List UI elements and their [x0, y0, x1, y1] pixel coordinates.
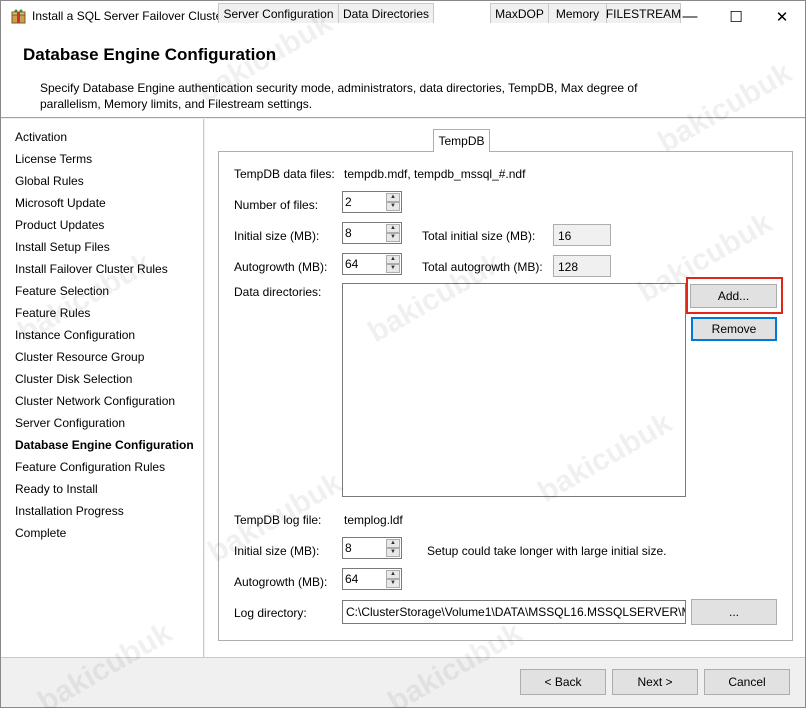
number-of-files-value: 2: [345, 195, 352, 209]
tab-maxdop[interactable]: MaxDOP: [490, 3, 549, 23]
sidebar-item-feature-selection[interactable]: Feature Selection: [15, 284, 109, 298]
page-description: Specify Database Engine authentication s…: [40, 81, 638, 111]
spin-down-icon[interactable]: ▼: [386, 264, 400, 273]
tab-server-configuration[interactable]: Server Configuration: [218, 3, 339, 23]
installer-window: Install a SQL Server Failover Cluster — …: [0, 0, 806, 708]
total-initial-size-label: Total initial size (MB):: [422, 229, 536, 243]
total-autogrowth-value: 128: [558, 260, 579, 274]
spin-up-icon[interactable]: ▲: [386, 570, 400, 579]
spin-up-icon[interactable]: ▲: [386, 255, 400, 264]
autogrowth-stepper[interactable]: 64 ▲ ▼: [342, 253, 402, 275]
tempdb-data-files-value: tempdb.mdf, tempdb_mssql_#.ndf: [344, 167, 526, 181]
spin-down-icon[interactable]: ▼: [386, 233, 400, 242]
tab-filestream[interactable]: FILESTREAM: [606, 3, 681, 23]
log-autogrowth-value: 64: [345, 572, 359, 586]
log-directory-input[interactable]: C:\ClusterStorage\Volume1\DATA\MSSQL16.M…: [342, 600, 686, 624]
sidebar-item-global-rules[interactable]: Global Rules: [15, 174, 84, 188]
data-directories-list[interactable]: [342, 283, 686, 497]
spin-up-icon[interactable]: ▲: [386, 539, 400, 548]
page-title: Database Engine Configuration: [23, 45, 277, 64]
spin-up-icon[interactable]: ▲: [386, 224, 400, 233]
initial-size-stepper[interactable]: 8 ▲ ▼: [342, 222, 402, 244]
total-initial-size-field: 16: [553, 224, 611, 246]
close-button[interactable]: ✕: [759, 1, 805, 32]
autogrowth-value: 64: [345, 257, 359, 271]
sidebar-item-cluster-disk-selection[interactable]: Cluster Disk Selection: [15, 372, 132, 386]
tab-tempdb[interactable]: TempDB: [433, 129, 490, 152]
spin-down-icon[interactable]: ▼: [386, 202, 400, 211]
log-initial-size-warning: Setup could take longer with large initi…: [427, 544, 667, 558]
next-button[interactable]: Next >: [612, 669, 698, 695]
sidebar-item-feature-configuration-rules[interactable]: Feature Configuration Rules: [15, 460, 165, 474]
sidebar-item-install-setup-files[interactable]: Install Setup Files: [15, 240, 110, 254]
tempdb-log-file-label: TempDB log file:: [234, 513, 322, 527]
initial-size-value: 8: [345, 226, 352, 240]
total-autogrowth-label: Total autogrowth (MB):: [422, 260, 543, 274]
sidebar-item-microsoft-update[interactable]: Microsoft Update: [15, 196, 106, 210]
browse-log-directory-button[interactable]: ...: [691, 599, 777, 625]
number-of-files-label: Number of files:: [234, 198, 319, 212]
number-of-files-stepper[interactable]: 2 ▲ ▼: [342, 191, 402, 213]
sidebar-item-license-terms[interactable]: License Terms: [15, 152, 92, 166]
tempdb-data-files-label: TempDB data files:: [234, 167, 335, 181]
add-button[interactable]: Add...: [690, 284, 777, 308]
data-directories-label: Data directories:: [234, 285, 322, 299]
remove-button[interactable]: Remove: [691, 317, 777, 341]
sidebar-item-installation-progress[interactable]: Installation Progress: [15, 504, 124, 518]
log-initial-size-value: 8: [345, 541, 352, 555]
sidebar-item-database-engine-configuration[interactable]: Database Engine Configuration: [15, 438, 194, 452]
sidebar-item-ready-to-install[interactable]: Ready to Install: [15, 482, 98, 496]
sidebar-item-cluster-resource-group[interactable]: Cluster Resource Group: [15, 350, 144, 364]
sidebar-item-cluster-network-configuration[interactable]: Cluster Network Configuration: [15, 394, 175, 408]
window-title: Install a SQL Server Failover Cluster: [32, 9, 227, 23]
log-initial-size-label: Initial size (MB):: [234, 544, 320, 558]
spin-up-icon[interactable]: ▲: [386, 193, 400, 202]
log-initial-size-stepper[interactable]: 8 ▲ ▼: [342, 537, 402, 559]
total-autogrowth-field: 128: [553, 255, 611, 277]
initial-size-label: Initial size (MB):: [234, 229, 320, 243]
tab-memory[interactable]: Memory: [548, 3, 607, 23]
steps-sidebar: Activation License Terms Global Rules Mi…: [1, 119, 204, 657]
sidebar-item-activation[interactable]: Activation: [15, 130, 67, 144]
sidebar-item-product-updates[interactable]: Product Updates: [15, 218, 104, 232]
log-autogrowth-stepper[interactable]: 64 ▲ ▼: [342, 568, 402, 590]
setup-box-icon: [11, 9, 26, 24]
spin-down-icon[interactable]: ▼: [386, 579, 400, 588]
wizard-footer: < Back Next > Cancel: [1, 657, 805, 707]
sidebar-item-instance-configuration[interactable]: Instance Configuration: [15, 328, 135, 342]
autogrowth-label: Autogrowth (MB):: [234, 260, 328, 274]
back-button[interactable]: < Back: [520, 669, 606, 695]
log-directory-label: Log directory:: [234, 606, 307, 620]
sidebar-item-install-failover-cluster-rules[interactable]: Install Failover Cluster Rules: [15, 262, 168, 276]
sidebar-item-feature-rules[interactable]: Feature Rules: [15, 306, 90, 320]
cancel-button[interactable]: Cancel: [704, 669, 790, 695]
spin-down-icon[interactable]: ▼: [386, 548, 400, 557]
tempdb-log-file-value: templog.ldf: [344, 513, 403, 527]
page-header: Database Engine Configuration Specify Da…: [1, 32, 805, 118]
sidebar-item-server-configuration[interactable]: Server Configuration: [15, 416, 125, 430]
sidebar-item-complete[interactable]: Complete: [15, 526, 66, 540]
total-initial-size-value: 16: [558, 229, 572, 243]
tab-data-directories[interactable]: Data Directories: [338, 3, 434, 23]
maximize-button[interactable]: ☐: [713, 1, 759, 32]
log-autogrowth-label: Autogrowth (MB):: [234, 575, 328, 589]
log-directory-value: C:\ClusterStorage\Volume1\DATA\MSSQL16.M…: [346, 605, 685, 619]
